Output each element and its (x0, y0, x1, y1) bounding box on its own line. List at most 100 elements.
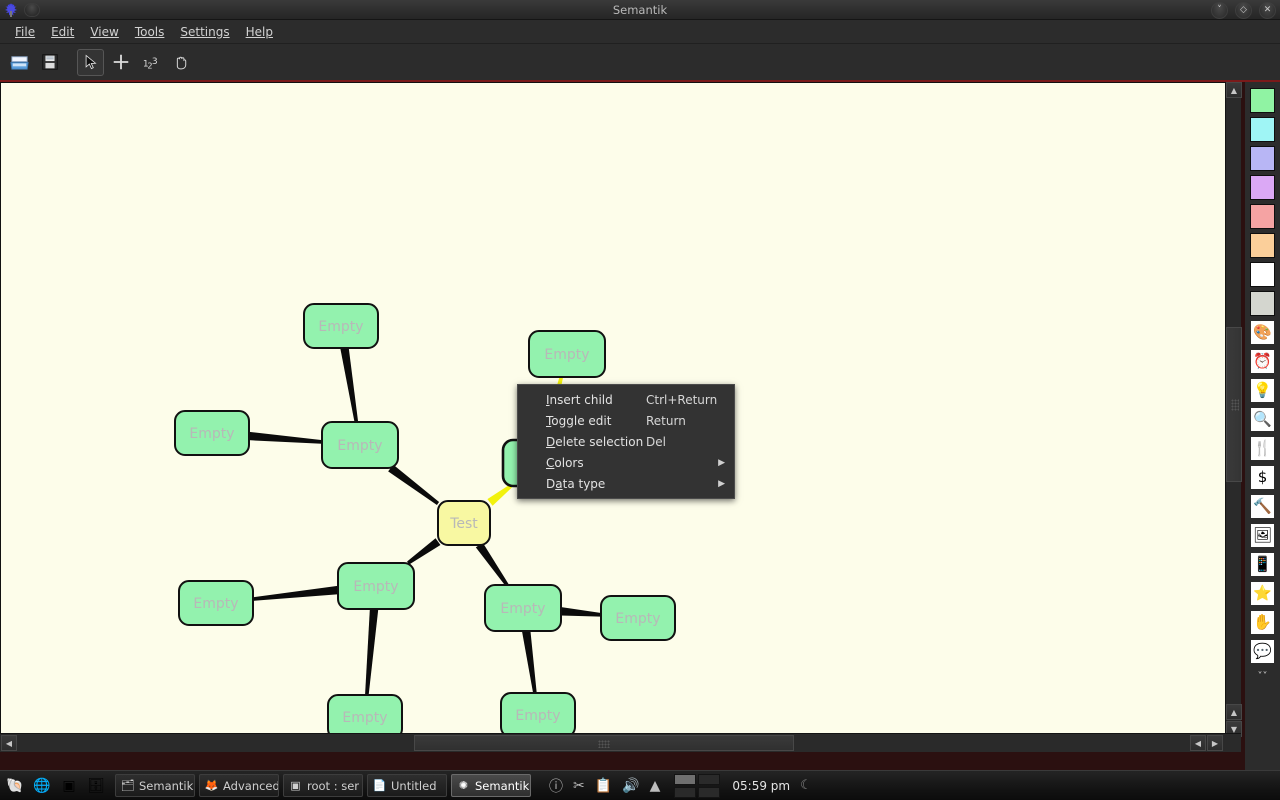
file-manager-icon[interactable]: 🗄 (85, 775, 107, 797)
mindmap-node[interactable]: Empty (500, 692, 576, 737)
number-tool-icon[interactable]: 1 2 3 (137, 49, 164, 76)
scroll-grip (1231, 398, 1239, 411)
color-white[interactable] (1250, 262, 1275, 287)
context-menu-item-label: Delete selection (546, 434, 644, 449)
pan-tool-icon[interactable] (167, 49, 194, 76)
horizontal-scroll-thumb[interactable] (414, 735, 794, 751)
task-button-4[interactable]: ✺ Semantik (451, 774, 531, 797)
alarm-clock-icon[interactable]: ⏰ (1250, 349, 1275, 374)
mindmap-node-label: Empty (189, 426, 234, 442)
scroll-right-button[interactable]: ▶ (1207, 735, 1223, 751)
mindmap-node[interactable]: Empty (174, 410, 250, 456)
color-orange[interactable] (1250, 233, 1275, 258)
mobile-phone-icon[interactable]: 📱 (1250, 552, 1275, 577)
scroll-up-button-bottom[interactable]: ▲ (1226, 704, 1242, 720)
terminal-icon[interactable]: ▣ (58, 775, 80, 797)
context-menu-item-insert-child[interactable]: Insert child Ctrl+Return (518, 389, 734, 410)
color-violet[interactable] (1250, 175, 1275, 200)
menu-view-label: View (90, 24, 119, 39)
menu-help[interactable]: Help (238, 23, 281, 41)
magnifier-icon[interactable]: 🔍 (1250, 407, 1275, 432)
select-tool-icon[interactable] (77, 48, 104, 76)
hammer-icon[interactable]: 🔨 (1250, 494, 1275, 519)
picture-frame-icon[interactable]: 🖼 (1250, 523, 1275, 548)
mindmap-node-label: Empty (193, 596, 238, 612)
speech-bubble-icon[interactable]: 💬 (1250, 639, 1275, 664)
menu-file[interactable]: File (7, 23, 43, 41)
context-menu-item-data-type[interactable]: Data type ▶ (518, 473, 734, 494)
scroll-left-button[interactable]: ◀ (1, 735, 17, 751)
mindmap-node[interactable]: Empty (600, 595, 676, 641)
pager-desktop-2[interactable] (698, 773, 721, 785)
mindmap-node[interactable]: Empty (178, 580, 254, 626)
more-icons-chevron-down-icon[interactable]: ˅˅ (1250, 668, 1275, 684)
hand-icon[interactable]: ✋ (1250, 610, 1275, 635)
mindmap-node[interactable]: Empty (321, 421, 399, 469)
star-icon[interactable]: ⭐ (1250, 581, 1275, 606)
palette-icon[interactable]: 🎨 (1250, 320, 1275, 345)
context-menu-item-label: Colors (546, 455, 584, 470)
mindmap-node-label: Empty (353, 579, 398, 595)
mindmap-edge (475, 542, 509, 587)
color-pink[interactable] (1250, 204, 1275, 229)
menu-settings[interactable]: Settings (172, 23, 237, 41)
lightbulb-icon[interactable]: 💡 (1250, 378, 1275, 403)
mindmap-node[interactable]: Empty (303, 303, 379, 349)
color-gray[interactable] (1250, 291, 1275, 316)
mindmap-node[interactable]: Empty (337, 562, 415, 610)
info-icon[interactable]: ⓘ (549, 776, 563, 796)
mindmap-node[interactable]: Test (437, 500, 491, 546)
mindmap-node-label: Test (449, 516, 478, 532)
volume-icon[interactable]: 🔊 (622, 778, 639, 794)
mindmap-edge (560, 607, 602, 617)
horizontal-scrollbar[interactable]: ◀ ◀ ▶ (0, 733, 1241, 752)
mindmap-node[interactable]: Empty (484, 584, 562, 632)
context-menu-item-label: Toggle edit (546, 413, 612, 428)
color-blue[interactable] (1250, 146, 1275, 171)
updates-icon[interactable]: ▲ (650, 778, 661, 794)
kmenu-icon[interactable]: 🐚 (4, 775, 26, 797)
scroll-up-button[interactable]: ▲ (1226, 82, 1242, 98)
menu-tools[interactable]: Tools (127, 23, 173, 41)
task-button-label: Semantik (475, 778, 530, 793)
system-tray: ⓘ ✂ 📋 🔊 ▲ (549, 776, 660, 796)
task-button-label: Advanced (223, 778, 279, 793)
task-button-2[interactable]: ▣ root : ser (283, 774, 363, 797)
vertical-scrollbar[interactable]: ▲ ▲ ▼ (1225, 82, 1242, 738)
vertical-scroll-thumb[interactable] (1226, 327, 1242, 482)
mindmap-node-label: Empty (318, 319, 363, 335)
pager-desktop-3[interactable] (674, 786, 697, 798)
scroll-left-button-right[interactable]: ◀ (1190, 735, 1206, 751)
color-green[interactable] (1250, 88, 1275, 113)
clipboard-icon[interactable]: 📋 (595, 778, 612, 794)
color-cyan[interactable] (1250, 117, 1275, 142)
pager-desktop-4[interactable] (698, 786, 721, 798)
menu-edit[interactable]: Edit (43, 23, 82, 41)
mindmap-node[interactable]: Empty (528, 330, 606, 378)
task-button-1[interactable]: 🦊 Advanced (199, 774, 279, 797)
mindmap-edge (407, 538, 441, 565)
mindmap-node[interactable]: Empty (327, 694, 403, 737)
menu-view[interactable]: View (82, 23, 126, 41)
minimize-button[interactable]: ˅ (1211, 2, 1228, 19)
context-menu-item-toggle-edit[interactable]: Toggle edit Return (518, 410, 734, 431)
maximize-button[interactable]: ◇ (1235, 2, 1252, 19)
dollar-icon[interactable]: $ (1250, 465, 1275, 490)
context-menu-item-colors[interactable]: Colors ▶ (518, 452, 734, 473)
scissors-icon[interactable]: ✂ (573, 778, 585, 794)
cutlery-icon[interactable]: 🍴 (1250, 436, 1275, 461)
task-window-icon: 🦊 (204, 779, 219, 792)
open-icon[interactable] (6, 49, 33, 76)
task-button-0[interactable]: 🗂 Semantik (115, 774, 195, 797)
pager-desktop-1[interactable] (674, 773, 697, 785)
desktop-pager[interactable] (674, 773, 721, 798)
mindmap-edge (365, 608, 379, 696)
task-button-3[interactable]: 📄 Untitled (367, 774, 447, 797)
menu-edit-label: Edit (51, 24, 75, 39)
save-icon[interactable] (36, 49, 63, 76)
add-node-icon[interactable] (107, 49, 134, 76)
node-context-menu[interactable]: Insert child Ctrl+Return Toggle edit Return… (517, 384, 735, 499)
close-button[interactable]: ✕ (1259, 2, 1276, 19)
browser-icon[interactable]: 🌐 (31, 775, 53, 797)
context-menu-item-delete-selection[interactable]: Delete selection Del (518, 431, 734, 452)
